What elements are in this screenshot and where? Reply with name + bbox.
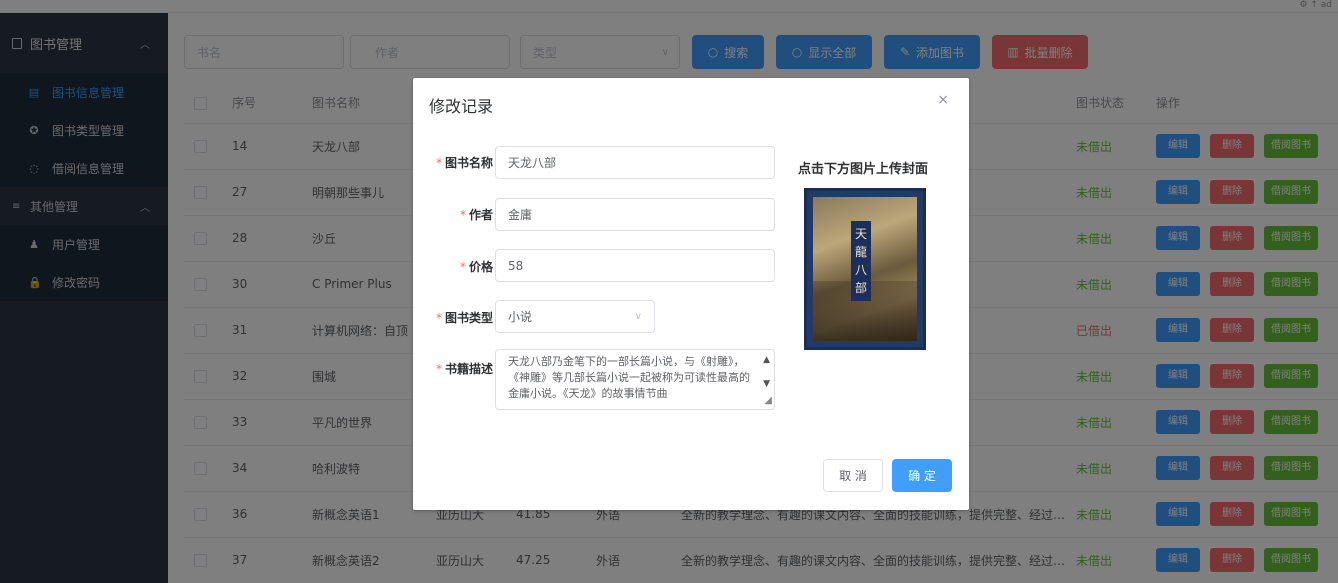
- author-field[interactable]: 金庸: [495, 198, 775, 231]
- book-name-value: 天龙八部: [508, 156, 557, 170]
- name-label: * 图书名称: [435, 156, 493, 170]
- author-value: 金庸: [508, 208, 533, 222]
- book-name-field[interactable]: 天龙八部: [495, 146, 775, 179]
- price-value: 58: [508, 258, 524, 273]
- chevron-down-icon: ∨: [634, 311, 642, 322]
- cover-title: 天龍八部: [851, 221, 871, 301]
- cover-painting: 天龍八部: [813, 197, 917, 341]
- book-type-value: 小说: [508, 310, 533, 324]
- confirm-button[interactable]: 确 定: [892, 459, 952, 492]
- cover-caption: 点击下方图片上传封面: [798, 162, 929, 177]
- resize-grip-icon[interactable]: ◢: [764, 393, 772, 409]
- description-value: 天龙八部乃金笔下的一部长篇小说，与《射雕》，《神雕》等几部长篇小说一起被称为可读…: [508, 355, 750, 400]
- desc-label: * 书籍描述: [435, 362, 493, 376]
- price-field[interactable]: 58: [495, 249, 775, 282]
- close-icon[interactable]: ×: [937, 92, 949, 108]
- cover-image-upload[interactable]: 天龍八部: [804, 188, 926, 350]
- description-textarea[interactable]: 天龙八部乃金笔下的一部长篇小说，与《射雕》，《神雕》等几部长篇小说一起被称为可读…: [495, 349, 775, 410]
- book-type-select[interactable]: 小说 ∨: [495, 300, 655, 333]
- scroll-down-icon[interactable]: ▼: [763, 376, 770, 392]
- author-label: * 作者: [459, 208, 493, 222]
- edit-record-dialog: 修改记录 × * 图书名称 天龙八部 * 作者 金庸 * 价格 58 * 图书类型 小说…: [413, 78, 969, 510]
- type-label: * 图书类型: [435, 311, 493, 325]
- price-label: * 价格: [459, 260, 493, 274]
- scroll-up-icon[interactable]: ▲: [763, 352, 770, 368]
- dialog-title: 修改记录: [429, 97, 494, 116]
- cancel-button[interactable]: 取 消: [823, 459, 883, 492]
